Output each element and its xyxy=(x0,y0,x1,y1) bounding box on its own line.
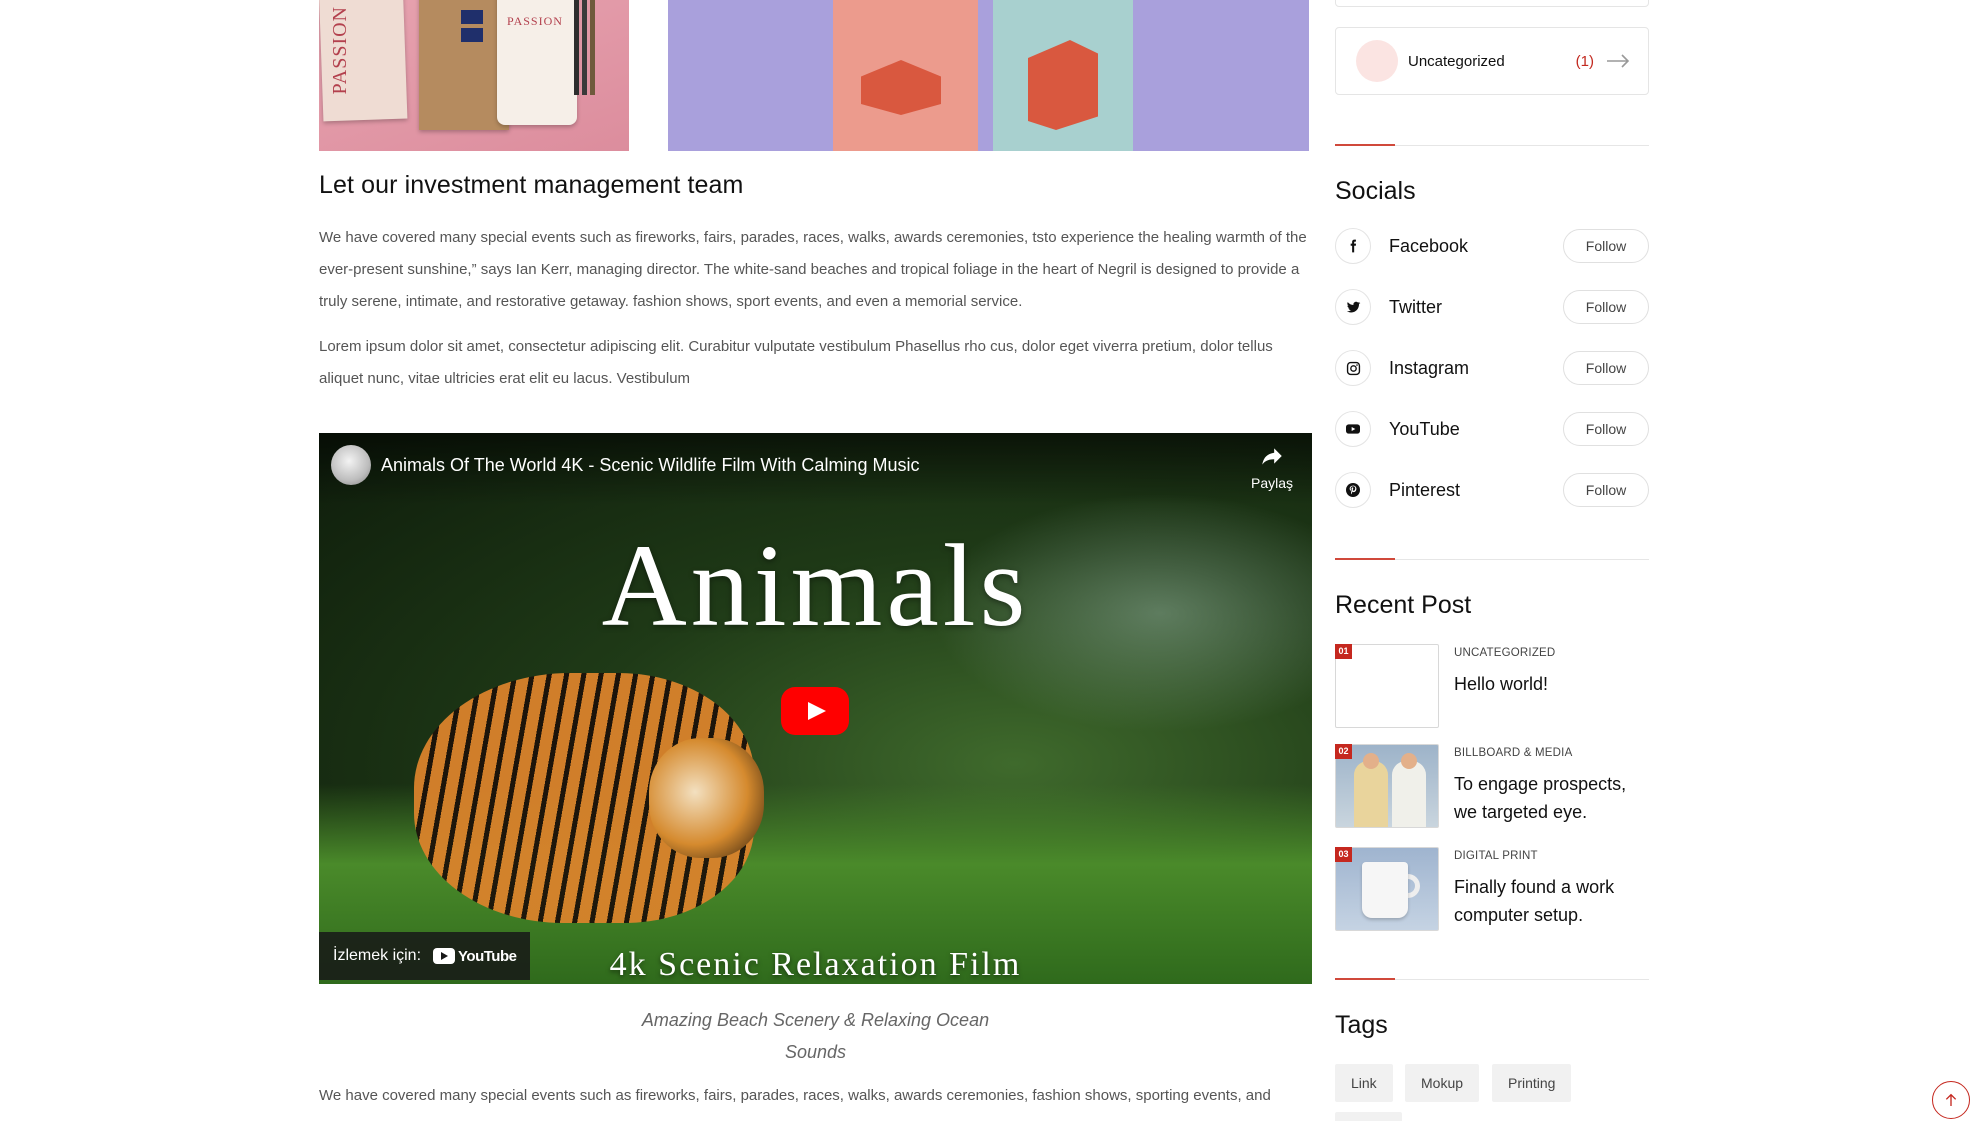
body-paragraph: Lorem ipsum dolor sit amet, consectetur … xyxy=(319,338,1273,387)
play-button[interactable] xyxy=(781,687,849,735)
video-overlay-title: Animals xyxy=(601,520,1030,651)
recent-post-item[interactable]: 01 UNCATEGORIZED Hello world! xyxy=(1335,644,1649,730)
passion-text-small: PASSION xyxy=(507,14,563,28)
social-row-facebook: Facebook Follow xyxy=(1335,228,1649,264)
follow-button[interactable]: Follow xyxy=(1563,473,1649,507)
facebook-icon[interactable] xyxy=(1335,228,1371,264)
follow-button[interactable]: Follow xyxy=(1563,229,1649,263)
post-category[interactable]: BILLBOARD & MEDIA xyxy=(1454,747,1572,759)
social-name[interactable]: Twitter xyxy=(1389,297,1563,318)
category-count: (1) xyxy=(1575,52,1594,70)
follow-button[interactable]: Follow xyxy=(1563,290,1649,324)
post-category[interactable]: UNCATEGORIZED xyxy=(1454,647,1555,659)
person-head xyxy=(1363,753,1379,769)
post-category[interactable]: DIGITAL PRINT xyxy=(1454,850,1538,862)
youtube-wordmark: YouTube xyxy=(458,947,517,965)
post-number-badge: 01 xyxy=(1335,644,1352,659)
scroll-to-top-button[interactable] xyxy=(1932,1081,1970,1119)
post-number-badge: 03 xyxy=(1335,847,1352,862)
instagram-icon[interactable] xyxy=(1335,350,1371,386)
share-icon xyxy=(1262,448,1282,465)
widget-divider xyxy=(1335,558,1649,560)
body-paragraph: We have covered many special events such… xyxy=(319,229,1307,310)
passion-stationery-image[interactable]: PASSION PASSION xyxy=(319,0,629,151)
isometric-shape xyxy=(1028,40,1098,130)
social-row-youtube: YouTube Follow xyxy=(1335,411,1649,447)
stamp-shape xyxy=(461,28,483,42)
arrow-right-icon xyxy=(1607,54,1630,68)
youtube-logo: YouTube xyxy=(433,947,517,965)
section-heading: Let our investment management team xyxy=(319,171,744,199)
person-head xyxy=(1401,753,1417,769)
category-item[interactable] xyxy=(1335,0,1649,7)
widget-divider xyxy=(1335,144,1649,146)
youtube-icon xyxy=(433,948,456,964)
pen-shape xyxy=(574,0,579,95)
tiger-head xyxy=(649,738,764,858)
post-title[interactable]: Finally found a work computer setup. xyxy=(1454,873,1649,929)
recent-post-item[interactable]: 03 DIGITAL PRINT Finally found a work co… xyxy=(1335,847,1649,933)
social-name[interactable]: Pinterest xyxy=(1389,480,1563,501)
channel-avatar[interactable] xyxy=(331,445,371,485)
widget-divider xyxy=(1335,978,1649,980)
tag-mokup[interactable]: Mokup xyxy=(1405,1064,1480,1102)
twitter-icon[interactable] xyxy=(1335,289,1371,325)
body-paragraph: We have covered many special events such… xyxy=(319,1087,1271,1104)
gallery-row: PASSION PASSION xyxy=(319,0,1312,151)
article-content: PASSION PASSION Let our investment manag… xyxy=(319,0,1312,1112)
pen-shape xyxy=(582,0,587,95)
video-caption: Amazing Beach Scenery & Relaxing Ocean S… xyxy=(641,1010,990,1062)
tag-link[interactable]: Link xyxy=(1335,1064,1393,1102)
follow-button[interactable]: Follow xyxy=(1563,351,1649,385)
embedded-video-player[interactable]: Animals 4k Scenic Relaxation Film Animal… xyxy=(319,433,1312,984)
tag-item[interactable] xyxy=(1335,1112,1402,1121)
social-name[interactable]: YouTube xyxy=(1389,419,1563,440)
recent-post-title: Recent Post xyxy=(1335,591,1472,619)
pen-shape xyxy=(590,0,595,95)
passion-text: PASSION xyxy=(329,6,351,95)
category-name: Uncategorized xyxy=(1408,52,1505,70)
arrow-up-icon xyxy=(1945,1093,1957,1106)
share-label: Paylaş xyxy=(1250,475,1294,491)
tags-title: Tags xyxy=(1335,1011,1388,1039)
recent-post-item[interactable]: 02 BILLBOARD & MEDIA To engage prospects… xyxy=(1335,744,1649,830)
person-shape xyxy=(1354,761,1388,827)
person-shape xyxy=(1392,761,1426,827)
social-name[interactable]: Facebook xyxy=(1389,236,1563,257)
social-row-instagram: Instagram Follow xyxy=(1335,350,1649,386)
social-row-pinterest: Pinterest Follow xyxy=(1335,472,1649,508)
watch-on-youtube-button[interactable]: İzlemek için: YouTube xyxy=(319,932,531,980)
post-title[interactable]: To engage prospects, we targeted eye. xyxy=(1454,770,1649,826)
share-button[interactable]: Paylaş xyxy=(1246,443,1298,491)
category-item-uncategorized[interactable]: Uncategorized (1) xyxy=(1335,27,1649,95)
socials-title: Socials xyxy=(1335,177,1416,205)
social-row-twitter: Twitter Follow xyxy=(1335,289,1649,325)
watch-on-label: İzlemek için: xyxy=(333,947,422,964)
post-number-badge: 02 xyxy=(1335,744,1352,759)
video-title[interactable]: Animals Of The World 4K - Scenic Wildlif… xyxy=(381,455,919,476)
follow-button[interactable]: Follow xyxy=(1563,412,1649,446)
stamp-shape xyxy=(461,10,483,24)
post-title[interactable]: Hello world! xyxy=(1454,670,1649,698)
youtube-icon[interactable] xyxy=(1335,411,1371,447)
social-name[interactable]: Instagram xyxy=(1389,358,1563,379)
category-dot xyxy=(1356,40,1398,82)
mug-shape xyxy=(1362,862,1408,918)
books-mockup-image[interactable] xyxy=(668,0,1309,151)
pinterest-icon[interactable] xyxy=(1335,472,1371,508)
tag-printing[interactable]: Printing xyxy=(1492,1064,1572,1102)
